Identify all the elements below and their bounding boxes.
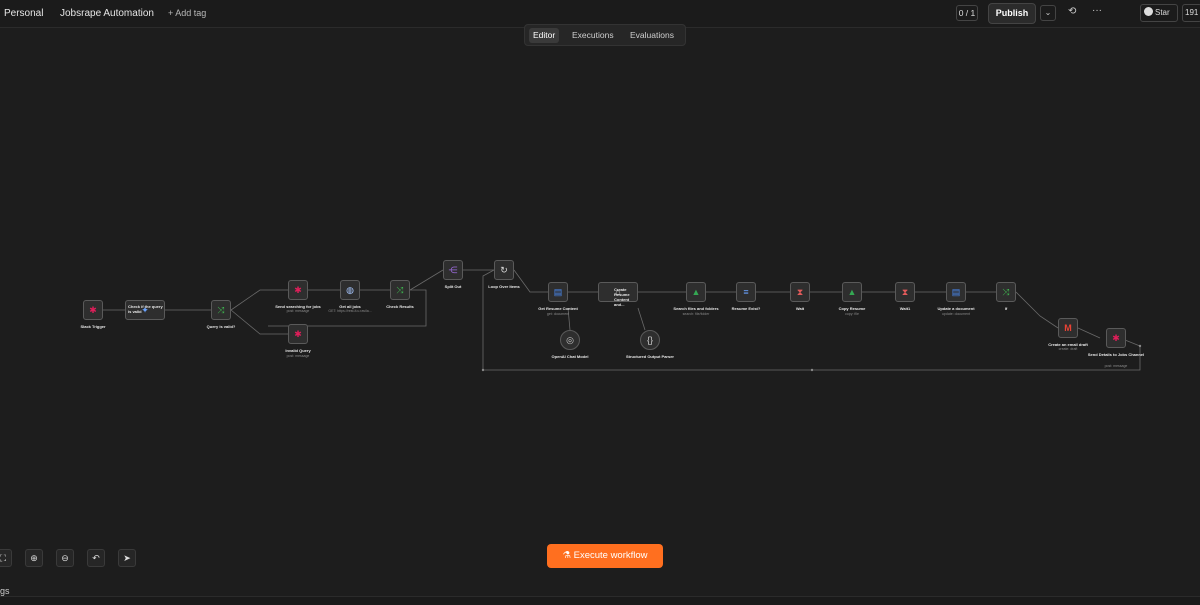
node-sub: update: document	[941, 312, 971, 316]
undo-icon[interactable]: ↶	[87, 549, 105, 567]
node-sub: GET: https://rest-it.u.ravila...	[328, 309, 372, 313]
slack-icon: ✱	[294, 328, 302, 339]
globe-icon: ◍	[346, 284, 354, 295]
node-if[interactable]: ⤨	[996, 282, 1016, 302]
docs-icon: ▤	[951, 286, 961, 297]
node-update-doc[interactable]: ▤	[946, 282, 966, 302]
star-label: Star	[1155, 8, 1170, 17]
zoom-in-icon[interactable]: ⊕	[25, 549, 43, 567]
node-get-resume[interactable]: ▤	[548, 282, 568, 302]
if-branch-icon: ⤨	[1002, 286, 1010, 297]
node-send-details[interactable]: ✱	[1106, 328, 1126, 348]
node-wait[interactable]: ⧗	[790, 282, 810, 302]
node-sub: search: file/folder	[682, 312, 710, 316]
execute-label: Execute workflow	[573, 550, 648, 561]
workspace-breadcrumb[interactable]: Personal	[4, 8, 43, 19]
fit-view-icon[interactable]: ⛶	[0, 549, 12, 567]
docs-icon: ▤	[553, 286, 563, 297]
node-label: Invalid Query	[285, 348, 311, 353]
node-resume-exist[interactable]: ≡	[736, 282, 756, 302]
node-sub: create: draft	[1058, 347, 1078, 351]
node-check-results[interactable]: ⤨	[390, 280, 410, 300]
node-send-searching[interactable]: ✱	[288, 280, 308, 300]
node-copy-resume[interactable]: ▲	[842, 282, 862, 302]
more-icon[interactable]: ···	[1092, 5, 1102, 16]
filter-icon: ≡	[743, 287, 749, 297]
add-tag-button[interactable]: + Add tag	[168, 8, 206, 18]
node-search-files[interactable]: ▲	[686, 282, 706, 302]
tab-executions[interactable]: Executions	[568, 28, 618, 43]
github-icon	[1144, 7, 1153, 16]
node-label: Get Resume Content	[538, 306, 578, 311]
workflow-canvas[interactable]: ✱ Slack Trigger ✦ Check if the query is …	[0, 46, 1200, 596]
node-query-valid[interactable]: ⤨	[211, 300, 231, 320]
split-icon: ⋲	[448, 264, 458, 275]
cursor-icon[interactable]: ➤	[118, 549, 136, 567]
node-get-jobs[interactable]: ◍	[340, 280, 360, 300]
slack-icon: ✱	[294, 284, 302, 295]
node-loop[interactable]: ↻	[494, 260, 514, 280]
node-slack-trigger[interactable]: ✱	[83, 300, 103, 320]
node-parser[interactable]: {}	[640, 330, 660, 350]
zoom-out-icon[interactable]: ⊖	[56, 549, 74, 567]
workflow-name[interactable]: Jobsrape Automation	[60, 8, 154, 19]
if-branch-icon: ⤨	[396, 284, 404, 295]
drive-icon: ▲	[691, 287, 701, 297]
hourglass-icon: ⧗	[901, 286, 909, 297]
node-label: Structured Output Parser	[625, 354, 674, 359]
braces-icon: {}	[646, 335, 653, 345]
drive-icon: ▲	[847, 287, 857, 297]
chevron-down-icon[interactable]: ⌄	[1040, 5, 1056, 21]
node-label: Check Results	[386, 304, 414, 309]
slack-icon: ✱	[1112, 332, 1120, 343]
node-label: OpenAI Chat Model	[551, 354, 589, 359]
node-label: Loop Over Items	[488, 284, 520, 289]
if-branch-icon: ⤨	[217, 304, 225, 315]
node-sub: post: message	[1104, 364, 1128, 368]
github-star-button[interactable]: Star	[1140, 4, 1178, 22]
history-icon[interactable]: ⟲	[1068, 6, 1076, 17]
star-count: 191	[1182, 4, 1200, 22]
node-label: Create Resume Content and...	[614, 287, 630, 307]
view-tabs: Editor Executions Evaluations	[524, 24, 686, 46]
slack-icon: ✱	[89, 304, 97, 315]
loop-icon: ↻	[500, 264, 508, 275]
node-sub: copy: file	[845, 312, 859, 316]
tab-editor[interactable]: Editor	[529, 28, 560, 43]
connections	[102, 269, 1142, 372]
version-counter: 0 / 1	[956, 5, 978, 21]
hourglass-icon: ⧗	[796, 286, 804, 297]
openai-icon: ◎	[566, 334, 574, 345]
execute-workflow-button[interactable]: ⚗ Execute workflow	[547, 544, 663, 568]
node-wait1[interactable]: ⧗	[895, 282, 915, 302]
node-label: Copy Resume	[838, 306, 866, 311]
bottom-left-label[interactable]: gs	[0, 586, 10, 596]
node-openai[interactable]: ◎	[560, 330, 580, 350]
node-label: Send Details to Jobs Channel	[1087, 352, 1145, 357]
node-invalid-query[interactable]: ✱	[288, 324, 308, 344]
gmail-icon: M	[1064, 323, 1072, 333]
node-sub: post: message	[286, 309, 310, 313]
node-sub: get: document	[546, 312, 570, 316]
node-label: Resume Exist?	[731, 306, 761, 311]
node-label: Query is valid?	[206, 324, 236, 329]
flask-icon: ⚗	[562, 550, 574, 561]
node-gmail[interactable]: M	[1058, 318, 1078, 338]
node-label: Check if the query is valid	[128, 304, 163, 314]
node-split-out[interactable]: ⋲	[443, 260, 463, 280]
bottom-bar	[0, 596, 1200, 605]
tab-evaluations[interactable]: Evaluations	[626, 28, 678, 43]
node-label: If	[1004, 306, 1008, 311]
node-sub: post: message	[286, 354, 310, 358]
node-label: Wait	[795, 306, 805, 311]
node-label: Slack Trigger	[80, 324, 106, 329]
publish-button[interactable]: Publish	[988, 3, 1036, 24]
